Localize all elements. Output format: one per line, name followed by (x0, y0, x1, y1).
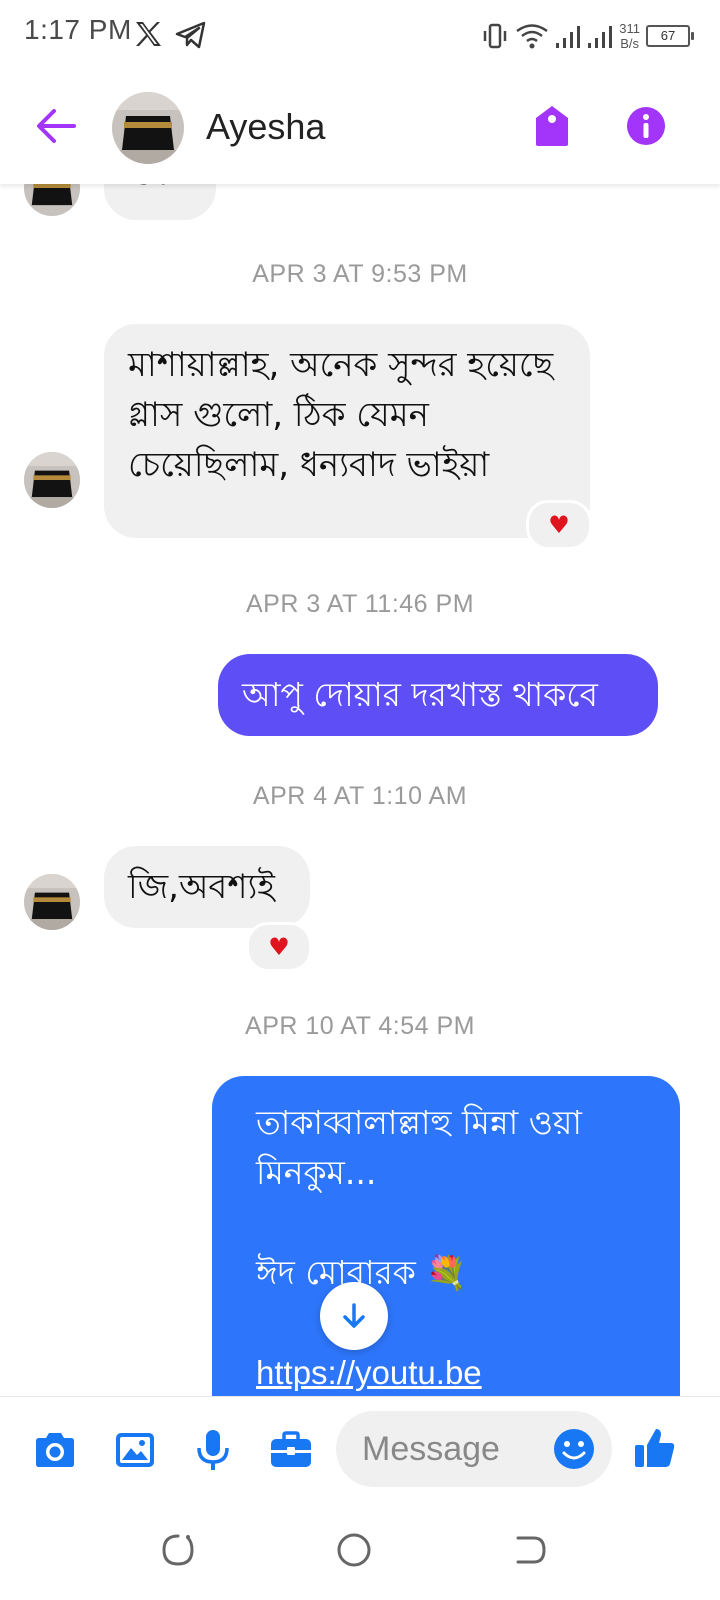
recents-icon[interactable] (158, 1530, 198, 1570)
contact-name[interactable]: Ayesha (206, 106, 325, 148)
sender-avatar[interactable] (24, 452, 80, 508)
message-bubble-incoming[interactable]: ওকে (104, 184, 216, 220)
message-bubble-incoming[interactable]: মাশায়াল্লাহ, অনেক সুন্দর হয়েছে গ্লাস গ… (104, 324, 590, 538)
arrow-down-icon (343, 1303, 365, 1328)
status-bar: 1:17 PM 311 B/s 67 (0, 0, 720, 72)
microphone-icon[interactable] (190, 1427, 236, 1473)
heart-icon: ♥ (548, 511, 570, 539)
message-text: ওকে (129, 184, 191, 193)
contact-avatar[interactable] (112, 92, 184, 164)
chat-header: Ayesha (0, 72, 720, 184)
scroll-to-bottom-button[interactable] (320, 1282, 388, 1350)
timestamp: APR 4 AT 1:10 AM (252, 782, 468, 810)
message-input[interactable] (360, 1425, 534, 1473)
vibrate-icon (484, 23, 507, 49)
x-app-icon (136, 22, 161, 46)
message-field[interactable] (336, 1411, 612, 1487)
smiley-icon[interactable] (552, 1427, 596, 1471)
message-bubble-incoming[interactable]: জি,অবশ্যই (104, 846, 310, 928)
sender-avatar[interactable] (24, 874, 80, 930)
network-speed-value: 311 (619, 21, 640, 36)
network-speed-unit: B/s (620, 36, 640, 51)
thumbs-up-icon[interactable] (632, 1425, 678, 1471)
battery-indicator: 67 (646, 25, 694, 47)
wifi-icon (516, 24, 549, 49)
composer-bar (0, 1396, 720, 1501)
timestamp: APR 3 AT 11:46 PM (245, 590, 475, 618)
message-bubble-outgoing[interactable]: আপু দোয়ার দরখাস্ত থাকবে (218, 654, 658, 736)
briefcase-icon[interactable] (268, 1427, 314, 1473)
timestamp: APR 3 AT 9:53 PM (252, 260, 468, 288)
signal-icon-1 (556, 26, 581, 48)
camera-icon[interactable] (32, 1427, 78, 1473)
message-text: আপু দোয়ার দরখাস্ত থাকবে (242, 675, 598, 714)
system-nav-bar (0, 1500, 720, 1600)
message-text: মাশায়াল্লাহ, অনেক সুন্দর হয়েছে গ্লাস গ… (128, 345, 554, 485)
back-nav-icon[interactable] (510, 1530, 550, 1570)
message-bubble-outgoing[interactable]: তাকাব্বালাল্লাহু মিন্না ওয়া মিনকুম... ঈ… (212, 1076, 680, 1396)
message-text: জি,অবশ্যই (128, 867, 275, 907)
youtube-link[interactable]: https://youtu.be (256, 1348, 658, 1396)
image-icon[interactable] (112, 1427, 158, 1473)
tag-icon[interactable] (532, 104, 572, 148)
telegram-icon (175, 21, 206, 49)
heart-icon: ♥ (268, 933, 290, 961)
message-list[interactable]: ওকে APR 3 AT 9:53 PM মাশায়াল্লাহ, অনেক … (0, 184, 720, 1396)
message-text-line: ঈদ মোবারক 💐 (256, 1253, 468, 1292)
back-button[interactable] (34, 104, 78, 148)
status-right-group: 311 B/s 67 (481, 18, 694, 54)
status-time: 1:17 PM (24, 14, 132, 45)
sender-avatar[interactable] (24, 184, 80, 216)
message-text-line: তাকাব্বালাল্লাহু মিন্না ওয়া (256, 1103, 583, 1142)
kaaba-image (112, 92, 184, 164)
heart-reaction[interactable]: ♥ (246, 922, 312, 972)
home-icon[interactable] (334, 1530, 374, 1570)
signal-icon-2 (588, 26, 613, 48)
timestamp: APR 10 AT 4:54 PM (245, 1012, 475, 1040)
network-speed: 311 B/s (619, 21, 640, 51)
info-icon[interactable] (626, 106, 666, 146)
heart-reaction[interactable]: ♥ (526, 500, 592, 550)
message-text-line: মিনকুম... (256, 1153, 377, 1192)
